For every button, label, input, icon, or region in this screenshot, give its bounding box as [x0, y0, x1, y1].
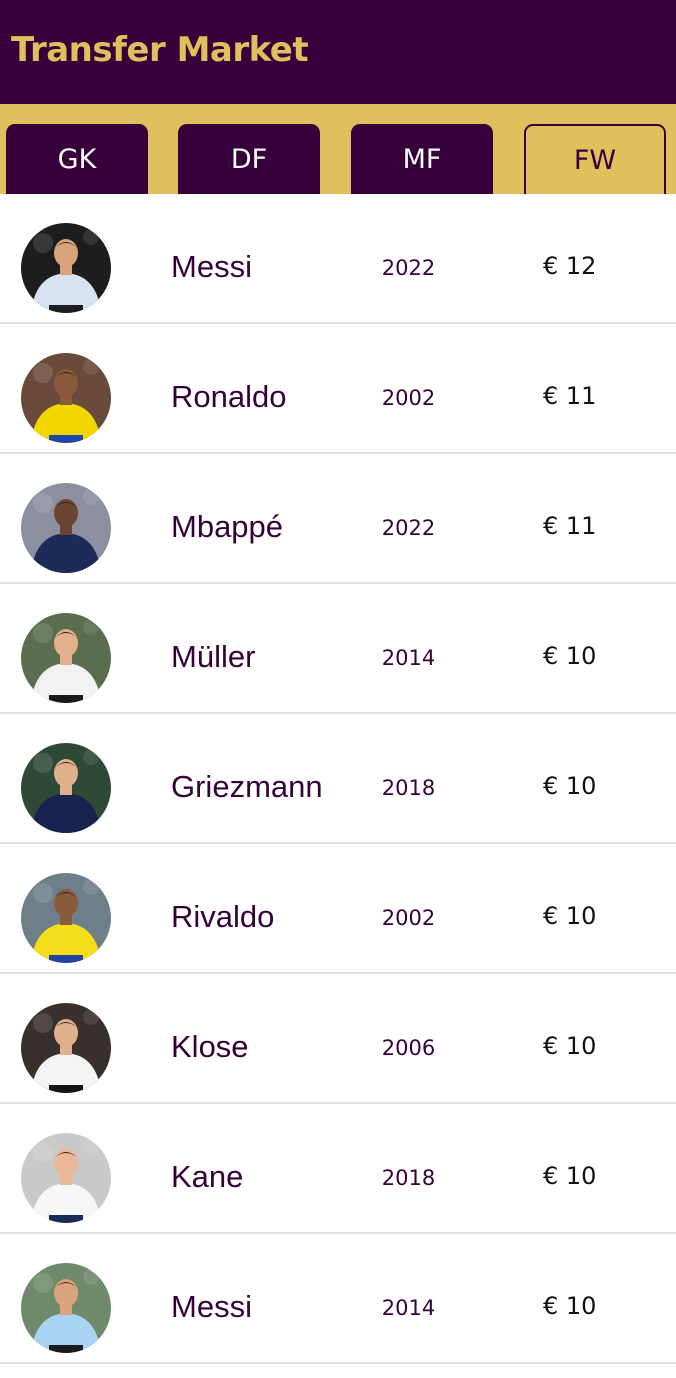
player-year: 2002	[381, 906, 436, 930]
player-row[interactable]: Messi 2022 € 12	[0, 194, 676, 324]
player-avatar	[21, 223, 111, 313]
app-title: Transfer Market	[11, 30, 309, 70]
player-price: € 10	[543, 1032, 597, 1060]
position-tab-bar: GK DF MF FW	[0, 104, 676, 194]
player-price: € 10	[543, 642, 597, 670]
player-name: Mbappé	[171, 509, 284, 544]
player-row[interactable]: Griezmann 2018 € 10	[0, 714, 676, 844]
player-price: € 10	[543, 772, 597, 800]
player-price: € 10	[543, 902, 597, 930]
player-year: 2018	[381, 776, 436, 800]
player-name: Griezmann	[171, 769, 323, 804]
player-name: Müller	[171, 639, 256, 674]
player-row[interactable]: Messi 2014 € 10	[0, 1234, 676, 1364]
player-row[interactable]: Klose 2006 € 10	[0, 974, 676, 1104]
player-year: 2002	[381, 386, 436, 410]
player-year: 2006	[381, 1036, 436, 1060]
player-row[interactable]: Kane 2018 € 10	[0, 1104, 676, 1234]
player-avatar	[21, 1003, 111, 1093]
player-name: Messi	[171, 249, 252, 284]
player-year: 2022	[381, 516, 436, 540]
player-price: € 10	[543, 1162, 597, 1190]
player-name: Messi	[171, 1289, 252, 1324]
player-list: Messi 2022 € 12 Ronaldo 2002 € 11 Mbappé 2022 € …	[0, 194, 676, 1364]
tab-df[interactable]: DF	[178, 124, 320, 194]
player-avatar	[21, 1263, 111, 1353]
player-avatar	[21, 1133, 111, 1223]
player-name: Klose	[171, 1029, 249, 1064]
player-name: Ronaldo	[171, 379, 287, 414]
player-price: € 12	[543, 252, 597, 280]
player-avatar	[21, 353, 111, 443]
player-year: 2022	[381, 256, 436, 280]
app-header: Transfer Market	[0, 0, 676, 104]
tab-mf[interactable]: MF	[351, 124, 493, 194]
player-avatar	[21, 483, 111, 573]
player-row[interactable]: Müller 2014 € 10	[0, 584, 676, 714]
player-name: Kane	[171, 1159, 244, 1194]
player-avatar	[21, 873, 111, 963]
player-year: 2014	[381, 1296, 436, 1320]
player-price: € 10	[543, 1292, 597, 1320]
player-row[interactable]: Ronaldo 2002 € 11	[0, 324, 676, 454]
player-year: 2018	[381, 1166, 436, 1190]
player-name: Rivaldo	[171, 899, 275, 934]
tab-fw[interactable]: FW	[524, 124, 666, 194]
player-row[interactable]: Mbappé 2022 € 11	[0, 454, 676, 584]
player-price: € 11	[543, 382, 597, 410]
tab-gk[interactable]: GK	[6, 124, 148, 194]
player-row[interactable]: Rivaldo 2002 € 10	[0, 844, 676, 974]
player-price: € 11	[543, 512, 597, 540]
player-avatar	[21, 743, 111, 833]
player-avatar	[21, 613, 111, 703]
player-year: 2014	[381, 646, 436, 670]
